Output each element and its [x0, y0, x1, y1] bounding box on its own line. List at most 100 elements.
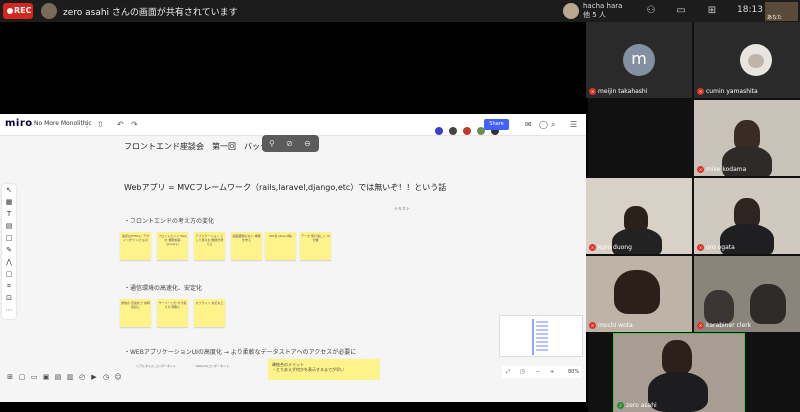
grid-icon[interactable]: ⊞: [4, 371, 16, 383]
left-toolbar: ↖ ▦ T ▤ □ ✎ ⋀ ▢ ⌗ ⊡ ⋯: [2, 184, 16, 319]
chat-icon[interactable]: ▭: [675, 5, 687, 17]
participant-avatar: [740, 44, 772, 76]
participant-video: [750, 284, 786, 324]
sticky-note[interactable]: アプリケーション として様々な 機能が増える: [194, 232, 225, 260]
participant-tile[interactable]: ✕ kuro duong: [586, 178, 692, 254]
miro-logo[interactable]: miro: [5, 118, 33, 129]
sticky-note[interactable]: データ 受け渡しと UI分離: [300, 232, 331, 260]
pen-tool-icon[interactable]: ✎: [2, 244, 16, 256]
participant-label: ✕ kuro duong: [589, 244, 632, 251]
export-icon[interactable]: ⇧: [97, 120, 104, 130]
minimap-toggle-icon[interactable]: ◳: [520, 366, 525, 378]
sticky-note[interactable]: オフライン 対応など: [194, 299, 225, 327]
participant-tile[interactable]: m ✕ meijin takahashi: [586, 22, 692, 98]
section-network[interactable]: ・通信環境の高速化、安定化: [124, 283, 202, 292]
chat-icon[interactable]: ✉: [525, 120, 532, 130]
participant-name: zero asahi: [626, 402, 657, 409]
zoom-in-icon[interactable]: +: [550, 366, 554, 378]
settings-icon[interactable]: ⋮: [83, 120, 91, 130]
board-statement[interactable]: Webアプリ = MVCフレームワーク（rails,laravel,django…: [124, 182, 446, 193]
presenter-name: hacha hara: [583, 2, 623, 10]
search-icon[interactable]: ⌕: [551, 120, 555, 130]
sticky-note[interactable]: フロントエンド Webの 機能拡張 (jQuery): [157, 232, 188, 260]
fit-screen-icon[interactable]: ⤢: [506, 366, 510, 378]
participant-name: kuro duong: [598, 244, 632, 251]
participant-tile[interactable]: ✕ oro ogata: [694, 178, 800, 254]
participant-name: meijin takahashi: [598, 88, 648, 95]
board-note[interactable]: ・Web(UI)コンポーネント: [193, 364, 229, 368]
board-minimap[interactable]: [499, 315, 583, 357]
section-web-ui[interactable]: ・WEBアプリケーションUIの高度化 → より柔軟なデータストアへのアクセスが必…: [124, 347, 356, 356]
hide-icon[interactable]: ⊘: [286, 135, 293, 152]
mic-on-icon: ♪: [617, 402, 624, 409]
participant-video: [662, 340, 692, 374]
text-placeholder-label: テキスト: [394, 206, 410, 211]
participant-tile-active-speaker[interactable]: ♪ zero asahi: [613, 333, 745, 412]
frame-crop-icon[interactable]: ⌗: [2, 280, 16, 292]
board-icon[interactable]: ▢: [16, 371, 28, 383]
pin-icon[interactable]: ⚲: [269, 135, 275, 152]
text-tool-icon[interactable]: T: [2, 208, 16, 220]
participant-name: mochi wota: [598, 322, 633, 329]
sticky-note-tool-icon[interactable]: ▤: [2, 220, 16, 232]
presenter-avatar: [563, 3, 579, 19]
participants-icon[interactable]: ⚇: [645, 5, 657, 17]
participant-name: cumin yamashita: [706, 88, 758, 95]
comment-icon[interactable]: ▭: [28, 371, 40, 383]
grid-view-icon[interactable]: ⊞: [706, 5, 718, 17]
upload-tool-icon[interactable]: ⊡: [2, 292, 16, 304]
share-button[interactable]: Share: [484, 119, 509, 130]
sticky-note[interactable]: SPA化 (React等): [265, 232, 296, 260]
collaborator-avatar: [435, 127, 443, 135]
participant-name: karabiner clerk: [706, 322, 752, 329]
recording-indicator[interactable]: REC: [3, 3, 33, 19]
miro-header: miro No More Monolithic ⋮ ⇧ ↶ ↷ Share ✉ …: [0, 114, 586, 136]
participant-label: ✕ meijin takahashi: [589, 88, 647, 95]
redo-icon[interactable]: ↷: [131, 120, 138, 130]
comment-tool-icon[interactable]: ▢: [2, 268, 16, 280]
mic-off-icon: ✕: [589, 244, 596, 251]
zoom-out-icon[interactable]: −: [536, 366, 540, 378]
mic-off-icon: ✕: [697, 322, 704, 329]
more-tools-icon[interactable]: ⋯: [2, 304, 16, 316]
frame-tool-icon[interactable]: ▦: [2, 196, 16, 208]
sticky-note[interactable]: 最初はHTMLに デザインがつ いたもの: [120, 232, 151, 260]
participant-tile[interactable]: ✕ mochi wota: [586, 256, 692, 332]
minus-icon[interactable]: ⊖: [304, 135, 311, 152]
participant-label: ✕ oro ogata: [697, 244, 735, 251]
presenter-info[interactable]: hacha hara 他 5 人: [583, 2, 622, 20]
collaborator-avatar: [463, 127, 472, 135]
zoom-meeting-window: REC zero asahi さんの画面が共有されています hacha hara…: [0, 0, 800, 412]
participant-tile[interactable]: ✕ mike kodama: [694, 100, 800, 176]
participant-tile[interactable]: ✕ karabiner clerk: [694, 256, 800, 332]
menu-icon[interactable]: ☰: [570, 120, 577, 130]
shape-tool-icon[interactable]: □: [2, 232, 16, 244]
comment-icon[interactable]: ◯: [539, 120, 548, 130]
timer-icon[interactable]: ◷: [100, 371, 112, 383]
sticky-note[interactable]: サーバーとの やり取りが 頻繁に: [157, 299, 188, 327]
screen-icon[interactable]: ▤: [52, 371, 64, 383]
bottom-toolbar: ⊞ ▢ ▭ ▣ ▤ ▥ ◴ ▶ ◷ ☺: [4, 364, 154, 381]
self-view-thumbnail[interactable]: あなた: [765, 2, 798, 21]
meeting-top-bar: REC zero asahi さんの画面が共有されています hacha hara…: [0, 0, 800, 22]
mic-off-icon: ✕: [697, 166, 704, 173]
sticky-note-benefits[interactable]: 疎結合のメリット ・とりあえず何かを表示するまでが早い: [268, 359, 380, 380]
participant-label: ✕ mike kodama: [697, 166, 746, 173]
vote-icon[interactable]: ◴: [76, 371, 88, 383]
video-icon[interactable]: ▶: [88, 371, 100, 383]
undo-icon[interactable]: ↶: [117, 120, 124, 130]
select-tool-icon[interactable]: ↖: [2, 184, 16, 196]
section-frontend-change[interactable]: ・フロントエンドの考え方の変化: [124, 216, 214, 225]
participant-tile[interactable]: ✕ cumin yamashita: [694, 22, 800, 98]
reaction-icon[interactable]: ☺: [112, 371, 124, 383]
mic-off-icon: ✕: [697, 244, 704, 251]
screen-share-notice: zero asahi さんの画面が共有されています: [63, 8, 238, 18]
board-note[interactable]: リアルタイム コンポーネント: [136, 364, 176, 368]
chat-icon[interactable]: ▣: [40, 371, 52, 383]
connector-tool-icon[interactable]: ⋀: [2, 256, 16, 268]
zoom-level[interactable]: 80%: [568, 366, 579, 378]
sticky-note[interactable]: 通信の 高速化で 常時接続に: [120, 299, 151, 327]
sticky-note[interactable]: 画面遷移のない 体験を作る: [231, 232, 262, 260]
card-icon[interactable]: ▥: [64, 371, 76, 383]
participant-avatar: m: [623, 44, 655, 76]
